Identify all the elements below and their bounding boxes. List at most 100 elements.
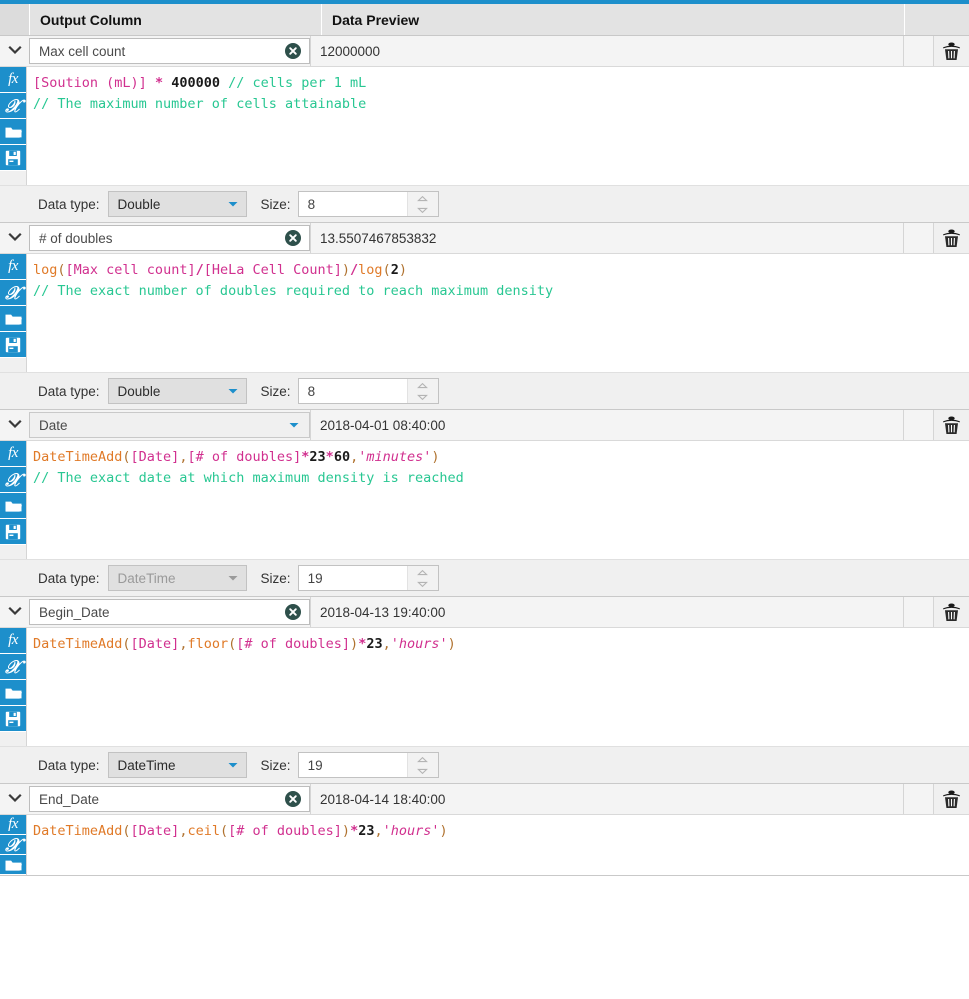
size-stepper[interactable]: 19 [297, 752, 439, 778]
size-increment-button[interactable] [408, 192, 438, 204]
size-stepper[interactable]: 8 [297, 191, 439, 217]
header-output-column: Output Column [30, 4, 322, 35]
open-folder-icon [5, 312, 22, 326]
data-type-value: DateTime [117, 570, 176, 586]
tool-strip-filler [0, 545, 26, 559]
size-stepper[interactable]: 19 [297, 565, 439, 591]
expand-collapse-toggle[interactable] [0, 784, 29, 814]
trash-icon [942, 415, 961, 435]
header-data-preview: Data Preview [322, 4, 905, 35]
formula-token: 60 [333, 449, 351, 465]
formula-tool-strip: fx 𝒳 [0, 254, 27, 372]
formula-expression[interactable]: [Soution (mL)] * 400000 // cells per 1 m… [27, 67, 969, 185]
open-folder-icon [5, 499, 22, 513]
open-formula-button[interactable] [0, 855, 26, 875]
insert-variable-button[interactable]: 𝒳 [0, 280, 26, 306]
delete-column-button[interactable] [933, 597, 969, 627]
clear-icon[interactable] [285, 230, 301, 246]
expand-collapse-toggle[interactable] [0, 36, 29, 66]
insert-function-button[interactable]: fx [0, 441, 26, 467]
column-name-field[interactable]: Date [29, 412, 310, 438]
column-name-value: Max cell count [39, 43, 126, 59]
open-formula-button[interactable] [0, 680, 26, 706]
column-block: Date 2018-04-01 08:40:00 fx 𝒳 DateTimeAdd([D… [0, 410, 969, 597]
data-type-select[interactable]: Double [107, 191, 247, 217]
data-type-row: Data type: Double Size: 8 [0, 372, 969, 409]
formula-line: // The exact date at which maximum densi… [33, 468, 969, 489]
insert-function-button[interactable]: fx [0, 628, 26, 654]
formula-token: / [350, 262, 359, 278]
variable-x-icon: 𝒳 [5, 656, 21, 677]
expand-collapse-toggle[interactable] [0, 223, 29, 253]
size-increment-button[interactable] [408, 379, 438, 391]
save-formula-button[interactable] [0, 332, 26, 358]
insert-variable-button[interactable]: 𝒳 [0, 467, 26, 493]
open-formula-button[interactable] [0, 306, 26, 332]
fx-icon: fx [8, 71, 18, 87]
formula-token: ) [341, 823, 351, 839]
save-formula-button[interactable] [0, 706, 26, 732]
delete-column-button[interactable] [933, 223, 969, 253]
clear-icon[interactable] [285, 604, 301, 620]
open-folder-icon [5, 686, 22, 700]
clear-icon[interactable] [285, 43, 301, 59]
column-name-dropdown-icon[interactable] [283, 419, 305, 431]
formula-expression[interactable]: DateTimeAdd([Date],ceil([# of doubles])*… [27, 815, 969, 875]
formula-editor-row: fx 𝒳log([Max cell count]/[HeLa Cell Count… [0, 254, 969, 372]
size-label: Size: [260, 757, 291, 773]
size-increment-button[interactable] [408, 753, 438, 765]
tool-strip-filler [0, 171, 26, 185]
expand-collapse-toggle[interactable] [0, 597, 29, 627]
data-preview-value: 12000000 [310, 36, 903, 66]
delete-column-button[interactable] [933, 36, 969, 66]
open-formula-button[interactable] [0, 119, 26, 145]
size-decrement-button[interactable] [408, 578, 438, 590]
insert-function-button[interactable]: fx [0, 67, 26, 93]
save-formula-button[interactable] [0, 145, 26, 171]
expand-collapse-toggle[interactable] [0, 410, 29, 440]
save-icon [5, 150, 21, 166]
insert-function-button[interactable]: fx [0, 254, 26, 280]
size-decrement-button[interactable] [408, 765, 438, 777]
column-name-field[interactable]: Max cell count [29, 38, 310, 64]
column-title-row: Max cell count 12000000 [0, 36, 969, 67]
data-preview-value: 13.5507467853832 [310, 223, 903, 253]
data-type-value: Double [117, 196, 161, 212]
insert-variable-button[interactable]: 𝒳 [0, 654, 26, 680]
formula-token: ( [219, 823, 229, 839]
formula-token: ) [398, 262, 407, 278]
formula-token: [# of doubles] [228, 823, 342, 839]
tool-strip-filler [0, 358, 26, 372]
formula-token: ( [122, 823, 131, 839]
save-formula-button[interactable] [0, 519, 26, 545]
size-decrement-button[interactable] [408, 391, 438, 403]
chevron-down-icon [220, 759, 246, 771]
size-increment-button[interactable] [408, 566, 438, 578]
insert-variable-button[interactable]: 𝒳 [0, 93, 26, 119]
insert-variable-button[interactable]: 𝒳 [0, 835, 26, 855]
size-stepper[interactable]: 8 [297, 378, 439, 404]
data-type-select[interactable]: DateTime [107, 752, 247, 778]
fx-icon: fx [8, 632, 18, 648]
formula-token: DateTimeAdd [33, 449, 123, 465]
formula-token [147, 75, 155, 91]
size-decrement-button[interactable] [408, 204, 438, 216]
insert-function-button[interactable]: fx [0, 815, 26, 835]
open-folder-icon [5, 125, 22, 139]
delete-column-button[interactable] [933, 410, 969, 440]
size-label: Size: [260, 383, 291, 399]
row-spacer [903, 784, 933, 814]
formula-expression[interactable]: DateTimeAdd([Date],floor([# of doubles])… [27, 628, 969, 746]
formula-expression[interactable]: log([Max cell count]/[HeLa Cell Count])/… [27, 254, 969, 372]
trash-icon [942, 41, 961, 61]
open-formula-button[interactable] [0, 493, 26, 519]
clear-icon[interactable] [285, 791, 301, 807]
formula-expression[interactable]: DateTimeAdd([Date],[# of doubles]*23*60,… [27, 441, 969, 559]
column-name-field[interactable]: End_Date [29, 786, 310, 812]
column-name-field[interactable]: Begin_Date [29, 599, 310, 625]
column-name-field[interactable]: # of doubles [29, 225, 310, 251]
delete-column-button[interactable] [933, 784, 969, 814]
formula-token: ) [350, 636, 359, 652]
formula-editor-row: fx 𝒳 [Soution (mL)] * 400000 // cells per … [0, 67, 969, 185]
data-type-select[interactable]: Double [107, 378, 247, 404]
